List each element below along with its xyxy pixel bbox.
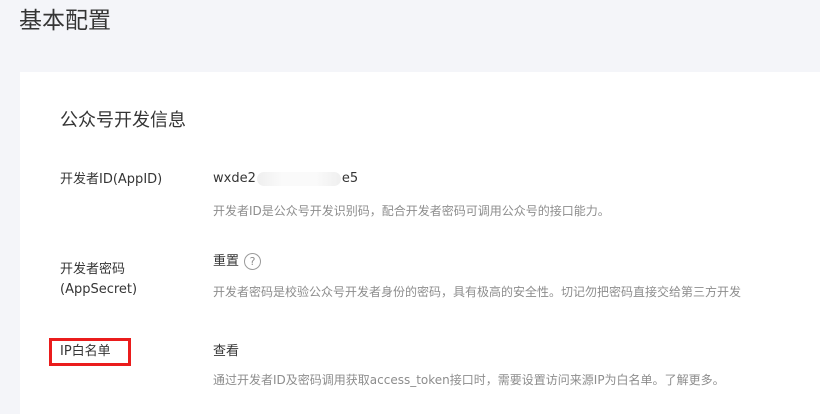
help-icon[interactable]: ? [244, 253, 262, 270]
ip-whitelist-view-link-wrap: 查看 [213, 342, 239, 362]
section-title: 公众号开发信息 [60, 110, 186, 131]
appid-value: wxde2 e5 [213, 170, 358, 188]
view-ip-whitelist-link[interactable]: 查看 [213, 344, 239, 359]
ip-whitelist-description-end: 。 [712, 373, 725, 387]
ip-whitelist-label: IP白名单 [60, 344, 111, 359]
appid-value-prefix: wxde2 [213, 171, 256, 186]
developer-info-card: 公众号开发信息 开发者ID(AppID) wxde2 e5 开发者ID是公众号开发… [20, 72, 820, 414]
ip-whitelist-description: 通过开发者ID及密码调用获取access_token接口时，需要设置访问来源IP… [213, 371, 725, 389]
ip-whitelist-description-text: 通过开发者ID及密码调用获取access_token接口时，需要设置访问来源IP… [213, 373, 665, 387]
reset-secret-link[interactable]: 重置 [213, 254, 239, 269]
page: 基本配置 公众号开发信息 开发者ID(AppID) wxde2 e5 开发者ID是… [0, 0, 820, 414]
appsecret-label-line1: 开发者密码 [60, 262, 126, 277]
page-title: 基本配置 [19, 8, 111, 34]
appid-description: 开发者ID是公众号开发识别码，配合开发者密码可调用公众号的接口能力。 [213, 204, 610, 218]
appsecret-description: 开发者密码是校验公众号开发者身份的密码，具有极高的安全性。切记勿把密码直接交给第… [213, 285, 742, 299]
learn-more-link[interactable]: 了解更多 [665, 373, 713, 387]
appid-value-suffix: e5 [341, 171, 359, 186]
appid-redacted-mask [256, 171, 341, 186]
appsecret-actions: 重置? [213, 252, 262, 272]
appid-label: 开发者ID(AppID) [60, 172, 163, 187]
appsecret-label-line2: (AppSecret) [60, 282, 138, 297]
